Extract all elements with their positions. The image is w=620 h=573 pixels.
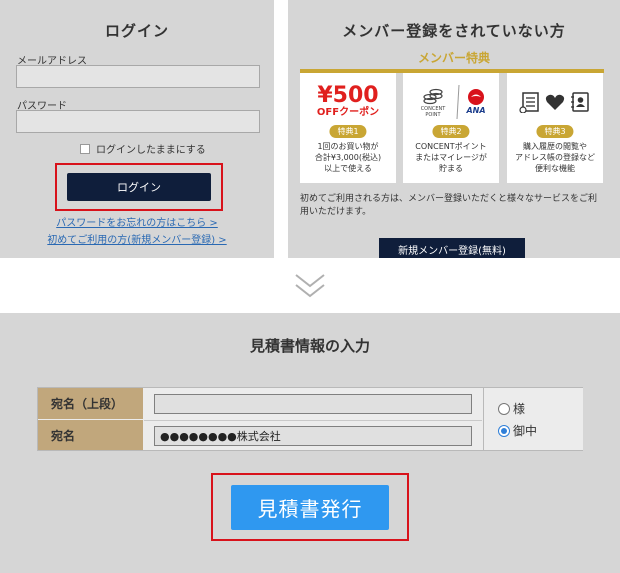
quote-panel: 見積書情報の入力 宛名（上段） 宛名 ●●●●●●●●株式会社 様 御中 見積書… xyxy=(0,313,620,573)
addressee-upper-input[interactable] xyxy=(154,394,472,414)
benefit-1-line-1: 1回のお買い物が xyxy=(317,142,379,151)
benefit-text-3: 購入履歴の閲覧や アドレス帳の登録など 便利な機能 xyxy=(510,141,600,174)
benefit-2-line-2: またはマイレージが xyxy=(415,153,487,162)
login-panel: ログイン メールアドレス パスワード ログインしたままにする ログイン パスワー… xyxy=(0,0,274,258)
benefit-card-2: CONCENT POINT ANA 特典2 CONCENTポイント またはマイレ… xyxy=(403,73,499,183)
coins-icon xyxy=(423,88,443,104)
benefit-card-1: ¥500 OFFクーポン 特典1 1回のお買い物が 合計¥3,000(税込) 以… xyxy=(300,73,396,183)
ana-label: ANA xyxy=(466,105,486,115)
addressee-label: 宛名 xyxy=(38,420,143,450)
benefit-3-line-1: 購入履歴の閲覧や xyxy=(523,142,587,151)
addressee-upper-cell xyxy=(144,388,482,419)
benefit-card-3: 特典3 購入履歴の閲覧や アドレス帳の登録など 便利な機能 xyxy=(507,73,603,183)
address-book-icon xyxy=(571,91,589,112)
benefit-title: メンバー特典 xyxy=(417,51,490,65)
login-button[interactable]: ログイン xyxy=(67,173,211,201)
issue-quote-button[interactable]: 見積書発行 xyxy=(231,485,389,530)
honorific-onchu-label: 御中 xyxy=(513,424,538,438)
history-list-icon xyxy=(519,91,539,113)
benefit-1-line-2: 合計¥3,000(税込) xyxy=(314,153,382,162)
quote-title: 見積書情報の入力 xyxy=(249,337,370,355)
honorific-options: 様 御中 xyxy=(483,388,583,450)
heart-icon xyxy=(545,94,565,110)
keep-logged-in-label: ログインしたままにする xyxy=(96,145,206,156)
keep-logged-in-row[interactable]: ログインしたままにする xyxy=(80,141,206,156)
benefit-text-2: CONCENTポイント またはマイレージが 貯まる xyxy=(406,141,496,174)
benefit-1-line-3: 以上で使える xyxy=(324,164,372,173)
member-panel: メンバー登録をされていない方 メンバー特典 ¥500 OFFクーポン 特典1 1… xyxy=(288,0,620,258)
addressee-upper-label: 宛名（上段） xyxy=(38,388,143,419)
benefit-2-line-3: 貯まる xyxy=(439,164,463,173)
honorific-sama-option[interactable]: 様 xyxy=(498,400,525,417)
honorific-sama-label: 様 xyxy=(513,402,526,416)
new-member-link[interactable]: 初めてご利用の方(新規メンバー登録) > xyxy=(0,231,274,246)
jal-crane-icon xyxy=(468,88,484,105)
honorific-sama-radio[interactable] xyxy=(498,402,510,415)
benefit-badge-2: 特典2 xyxy=(432,125,470,138)
divider-icon xyxy=(456,84,460,119)
email-field[interactable] xyxy=(16,65,260,88)
login-button-highlight: ログイン xyxy=(55,163,223,211)
benefit-3-line-3: 便利な機能 xyxy=(535,164,575,173)
addressee-input[interactable]: ●●●●●●●●株式会社 xyxy=(154,426,472,446)
login-title: ログイン xyxy=(104,22,169,40)
benefit-3-line-2: アドレス帳の登録など xyxy=(515,153,595,162)
coupon-amount: ¥500 xyxy=(317,82,379,108)
coupon-500-icon: ¥500 OFFクーポン xyxy=(300,79,396,124)
member-description: 初めてご利用される方は、メンバー登録いただくと様々なサービスをご利用いただけます… xyxy=(300,194,598,217)
password-field[interactable] xyxy=(16,110,260,133)
keep-logged-in-checkbox[interactable] xyxy=(80,143,90,154)
member-title: メンバー登録をされていない方 xyxy=(342,22,566,40)
addressee-cell: ●●●●●●●●株式会社 xyxy=(144,420,482,450)
register-button[interactable]: 新規メンバー登録(無料) xyxy=(379,238,525,258)
honorific-onchu-option[interactable]: 御中 xyxy=(498,422,537,439)
honorific-onchu-radio[interactable] xyxy=(498,424,510,437)
issue-button-highlight: 見積書発行 xyxy=(211,473,409,541)
benefit-badge-3: 特典3 xyxy=(536,125,574,138)
quote-form-table: 宛名（上段） 宛名 ●●●●●●●●株式会社 様 御中 xyxy=(37,387,583,451)
coupon-label: OFFクーポン xyxy=(316,106,380,118)
benefit-badge-1: 特典1 xyxy=(329,125,367,138)
benefit-2-line-1: CONCENTポイント xyxy=(415,142,487,151)
concent-point-label: CONCENT POINT xyxy=(420,105,446,118)
forgot-password-link[interactable]: パスワードをお忘れの方はこちら > xyxy=(0,214,274,229)
benefit-text-1: 1回のお買い物が 合計¥3,000(税込) 以上で使える xyxy=(303,141,393,174)
chevron-down-double-icon xyxy=(295,274,325,298)
history-favorite-addressbook-icon xyxy=(507,79,603,124)
points-icon: CONCENT POINT ANA xyxy=(403,79,499,124)
login-screen: ログイン メールアドレス パスワード ログインしたままにする ログイン パスワー… xyxy=(0,0,620,258)
